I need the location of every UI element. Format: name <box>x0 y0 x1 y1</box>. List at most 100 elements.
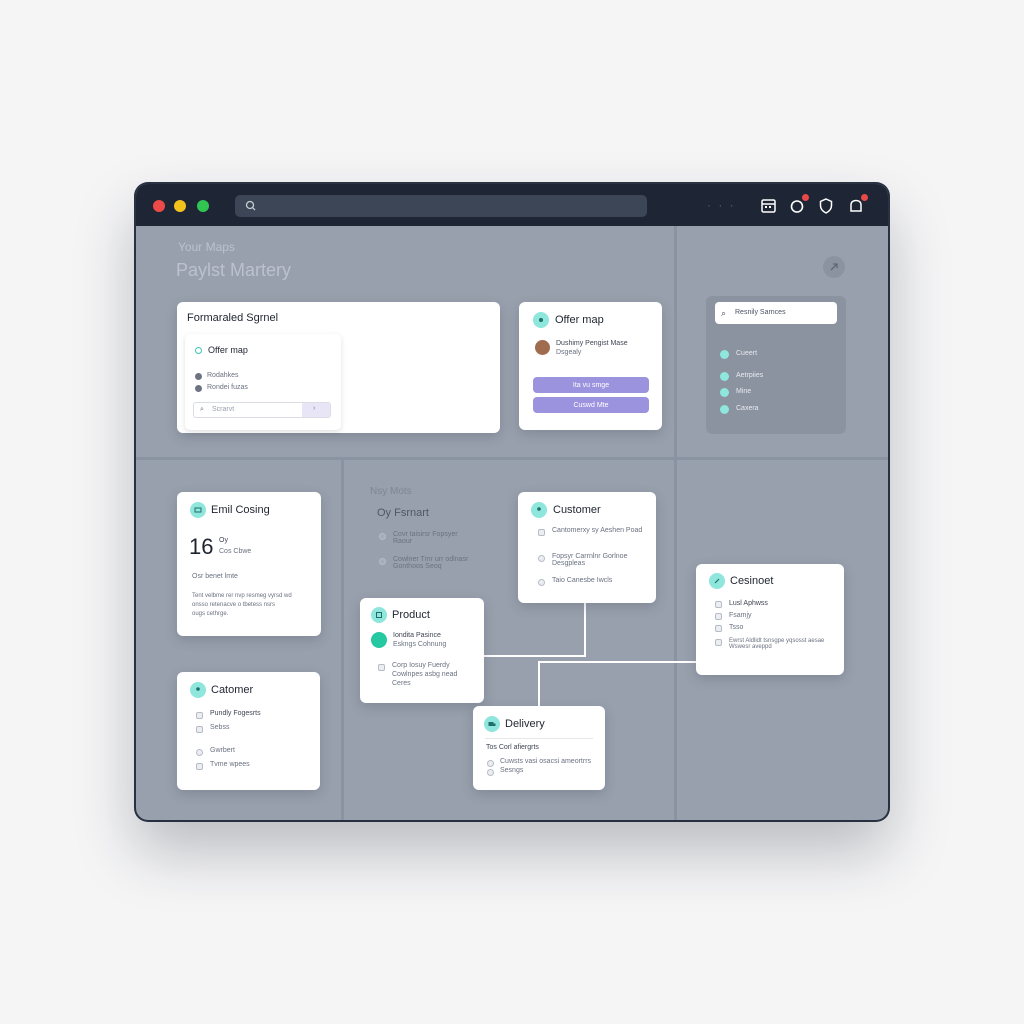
list-item: Ewrst Aldlidt tsnsgpe yqsosst aesae Wswe… <box>729 638 825 650</box>
search-icon: ⌕ <box>200 406 204 413</box>
delivery-card[interactable]: Delivery Tos Corl afiergrts Cuwsts vasi … <box>473 706 605 790</box>
customer-center-card[interactable]: Customer Cantomerxy sy Aeshen Poad Fopsy… <box>518 492 656 603</box>
checkbox[interactable] <box>196 726 203 733</box>
checkbox[interactable] <box>715 613 722 620</box>
bullet-icon <box>195 373 202 380</box>
avatar <box>535 340 550 355</box>
title-bar: · · · <box>136 184 888 226</box>
minimize-window-button[interactable] <box>174 200 186 212</box>
filter-input[interactable]: ⌕ Scrarvt › <box>193 402 331 418</box>
formatted-card[interactable]: Formaraled Sgrnel Offer map Rodahkes Ron… <box>177 302 500 433</box>
radio[interactable] <box>487 769 494 776</box>
card-title: Customer <box>553 504 601 516</box>
side-item[interactable]: Caxera <box>720 405 759 414</box>
side-panel: ⌕ Resnily Sarnces Cueert Aetrpiies Mine … <box>706 296 846 434</box>
column-divider <box>674 226 677 820</box>
email-icon <box>190 502 206 518</box>
card-title: Offer map <box>555 314 604 326</box>
highlight-line: Eskngs Cohnung <box>393 641 447 648</box>
page-title: Paylst Martery <box>176 260 292 280</box>
secondary-action-button[interactable]: Cuswd Mte <box>533 397 649 413</box>
list-item: Cowlnpes asbg nead <box>392 671 458 678</box>
checkbox[interactable] <box>378 664 385 671</box>
status-dot-icon <box>720 372 729 381</box>
checkbox[interactable] <box>196 763 203 770</box>
checkbox[interactable] <box>196 712 203 719</box>
close-window-button[interactable] <box>153 200 165 212</box>
user-icon <box>531 502 547 518</box>
app-window: · · · Your Maps Paylst Martery Formarale… <box>136 184 888 820</box>
card-subtitle: Osr benet lmte <box>192 573 238 580</box>
bullet-icon <box>379 558 386 565</box>
list-item: Ceres <box>392 680 411 687</box>
product-card[interactable]: Product Iondita Pasince Eskngs Cohnung C… <box>360 598 484 703</box>
product-icon <box>371 607 387 623</box>
divider <box>485 738 593 739</box>
filter-placeholder: Scrarvt <box>212 406 235 413</box>
checkbox[interactable] <box>715 625 722 632</box>
background-item: Cowlner Tmr urr odlnasr Gonthoos Seoq <box>393 556 469 570</box>
expand-button[interactable] <box>823 256 845 278</box>
card-title: Product <box>392 609 430 621</box>
card-title: Formaraled Sgrnel <box>187 312 279 324</box>
search-input[interactable] <box>235 195 647 217</box>
card-title: Delivery <box>505 718 545 730</box>
list-item: Fopsyr Carrnlnr Gorlnoe Desgpleas <box>552 553 628 567</box>
list-item: Cuwsts vasi osacsi ameortrrs <box>500 758 592 765</box>
checkbox[interactable] <box>538 529 545 536</box>
side-search-input[interactable]: ⌕ Resnily Sarnces <box>715 302 837 324</box>
side-item[interactable]: Cueert <box>720 350 757 359</box>
status-dot-icon <box>720 388 729 397</box>
radio[interactable] <box>487 760 494 767</box>
list-item: Pundly Fogesrts <box>210 710 261 717</box>
search-icon <box>245 200 256 211</box>
calendar-icon[interactable] <box>760 197 778 215</box>
search-icon: ⌕ <box>721 308 727 318</box>
list-item: Gwrbert <box>210 747 235 754</box>
body-line: Tent velbme rer nvp resmeg vyrsd wd <box>192 593 292 599</box>
list-item: Lusl Aphwss <box>729 600 768 607</box>
background-item: Covr taisirsr Fopsyer Raour <box>393 531 458 545</box>
offer-map-card[interactable]: Offer map Dushimy Pengist Mase Dsgealy I… <box>519 302 662 430</box>
radio[interactable] <box>196 749 203 756</box>
notification-icon[interactable] <box>788 194 809 215</box>
more-dots: · · · <box>707 198 736 212</box>
user-icon <box>190 682 206 698</box>
status-dot-icon <box>720 350 729 359</box>
connector-line <box>584 603 586 656</box>
card-title: Cesinoet <box>730 575 774 587</box>
person-detail: Dsgealy <box>556 349 582 356</box>
side-item[interactable]: Aetrpiies <box>720 372 763 381</box>
primary-action-button[interactable]: Ita vu smge <box>533 377 649 393</box>
section-label-small: Nsy Mots <box>370 486 412 497</box>
email-card[interactable]: Emil Cosing 16 Oy Cos Cbwe Osr benet lmt… <box>177 492 321 636</box>
bell-icon[interactable] <box>847 194 868 215</box>
person-name: Dushimy Pengist Mase <box>556 340 628 347</box>
notification-badge <box>802 194 809 201</box>
list-item: Cantomerxy sy Aeshen Poad <box>552 527 643 534</box>
check-icon <box>371 632 387 648</box>
filter-submit-button[interactable]: › <box>302 403 330 417</box>
side-item[interactable]: Mine <box>720 388 751 397</box>
status-dot-icon <box>720 405 729 414</box>
row-divider <box>136 457 888 460</box>
checkbox[interactable] <box>715 639 722 646</box>
circle-icon <box>195 347 202 354</box>
shield-icon[interactable] <box>817 197 835 215</box>
card-title: Catomer <box>211 684 254 696</box>
connector-line <box>538 661 540 706</box>
list-item: Corp Iosuy Fuerdy <box>392 662 450 669</box>
bullet-icon <box>195 385 202 392</box>
count-value: 16 <box>189 534 214 559</box>
radio[interactable] <box>538 555 545 562</box>
checkbox[interactable] <box>715 601 722 608</box>
customer-card[interactable]: Catomer Pundly Fogesrts Sebss Gwrbert Tv… <box>177 672 320 790</box>
right-card[interactable]: Cesinoet Lusl Aphwss Fsamjy Tsso Ewrst A… <box>696 564 844 675</box>
offer-map-inner-panel: Offer map Rodahkes Rondei fuzas ⌕ Scrarv… <box>185 334 341 430</box>
header-subtitle: Your Maps <box>178 240 235 254</box>
connector-line <box>538 661 696 663</box>
body-line: onsso retenacve o tbetess nsrs <box>192 602 276 608</box>
radio[interactable] <box>538 579 545 586</box>
maximize-window-button[interactable] <box>197 200 209 212</box>
list-item: Taio Canesbe Iwcls <box>552 577 613 584</box>
